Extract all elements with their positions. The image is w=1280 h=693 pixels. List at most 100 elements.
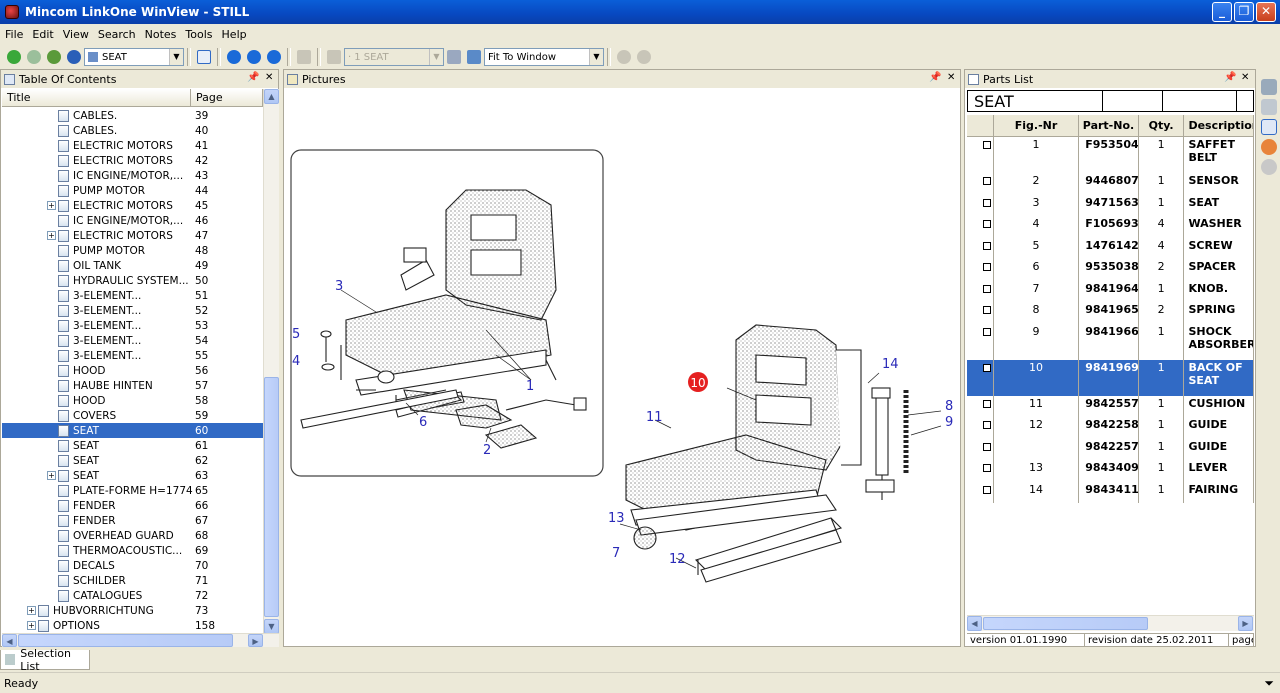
toc-row[interactable]: 3-ELEMENT... 51 <box>2 288 263 303</box>
scroll-thumb[interactable] <box>18 634 233 647</box>
toc-row[interactable]: 3-ELEMENT... 55 <box>2 348 263 363</box>
select-checkbox[interactable] <box>983 141 991 149</box>
parts-row[interactable]: 4F105693794WASHER <box>967 216 1254 238</box>
toc-row[interactable]: IC ENGINE/MOTOR,... 46 <box>2 213 263 228</box>
menu-view[interactable]: View <box>58 26 93 44</box>
cart-list-icon[interactable] <box>1261 99 1277 115</box>
col-qty[interactable]: Qty. <box>1139 115 1185 136</box>
parts-row[interactable]: 1F953504511SAFFET BELT <box>967 137 1254 173</box>
toc-row[interactable]: PUMP MOTOR 44 <box>2 183 263 198</box>
parts-list-toggle-icon[interactable] <box>1261 119 1277 135</box>
toc-row[interactable]: CABLES. 39 <box>2 108 263 123</box>
select-checkbox[interactable] <box>983 442 991 451</box>
col-title[interactable]: Title <box>2 89 191 106</box>
history-icon[interactable] <box>67 50 81 64</box>
parts-row[interactable]: 14 9843411 1 FAIRING <box>967 481 1254 503</box>
expand-icon[interactable]: + <box>27 621 36 630</box>
toc-row[interactable]: HAUBE HINTEN 57 <box>2 378 263 393</box>
toc-row[interactable]: + HUBVORRICHTUNG 73 <box>2 603 263 618</box>
expand-icon[interactable]: + <box>47 471 56 480</box>
select-checkbox[interactable] <box>983 220 991 228</box>
print-icon[interactable] <box>447 50 461 64</box>
toc-row[interactable]: CATALOGUES 72 <box>2 588 263 603</box>
search-toggle-icon[interactable] <box>1261 159 1277 175</box>
toc-horizontal-scrollbar[interactable]: ◀ ▶ <box>2 633 279 647</box>
expand-icon[interactable]: + <box>47 231 56 240</box>
parts-row[interactable]: 12 9842258 1 GUIDE <box>967 417 1254 439</box>
menu-tools[interactable]: Tools <box>180 26 216 44</box>
menu-edit[interactable]: Edit <box>27 26 57 44</box>
toc-row[interactable]: PUMP MOTOR 48 <box>2 243 263 258</box>
toc-row[interactable]: THERMOACOUSTIC... 69 <box>2 543 263 558</box>
pin-icon[interactable]: 📌 <box>247 72 259 83</box>
parts-row[interactable]: 9842257 1 GUIDE <box>967 438 1254 460</box>
menu-search[interactable]: Search <box>93 26 140 44</box>
notes-toggle-icon[interactable] <box>1261 139 1277 155</box>
select-checkbox[interactable] <box>983 284 991 293</box>
scroll-left-icon[interactable]: ◀ <box>967 616 982 631</box>
toc-row[interactable]: PLATE-FORME H=1774 65 <box>2 483 263 498</box>
toc-row[interactable]: HOOD 56 <box>2 363 263 378</box>
close-icon[interactable]: ✕ <box>947 72 955 83</box>
toc-row[interactable]: 3-ELEMENT... 53 <box>2 318 263 333</box>
scroll-thumb[interactable] <box>983 617 1148 630</box>
select-checkbox[interactable] <box>983 399 991 408</box>
toc-row[interactable]: HOOD 58 <box>2 393 263 408</box>
previous-icon[interactable] <box>247 50 261 64</box>
toc-row[interactable]: IC ENGINE/MOTOR,... 43 <box>2 168 263 183</box>
menu-file[interactable]: File <box>0 26 27 44</box>
expand-icon[interactable]: + <box>27 606 36 615</box>
parts-row[interactable]: 7 9841964 1 KNOB. <box>967 280 1254 302</box>
toc-row[interactable]: FENDER 67 <box>2 513 263 528</box>
next-icon[interactable] <box>267 50 281 64</box>
zoom-select[interactable]: Fit To Window ▼ <box>484 48 604 66</box>
cart-add-icon[interactable] <box>617 50 631 64</box>
select-checkbox[interactable] <box>983 241 991 250</box>
parts-row[interactable]: 5147614214SCREW <box>967 237 1254 259</box>
select-checkbox[interactable] <box>983 485 991 494</box>
close-icon[interactable]: ✕ <box>1241 72 1249 83</box>
cart-icon[interactable] <box>1261 79 1277 95</box>
toc-row[interactable]: ELECTRIC MOTORS 41 <box>2 138 263 153</box>
col-description[interactable]: Description <box>1184 115 1254 136</box>
toc-row[interactable]: 3-ELEMENT... 52 <box>2 303 263 318</box>
home-icon[interactable] <box>47 50 61 64</box>
toc-row[interactable]: FENDER 66 <box>2 498 263 513</box>
minimize-button[interactable]: _ <box>1212 2 1232 22</box>
toc-row[interactable]: ELECTRIC MOTORS 42 <box>2 153 263 168</box>
toc-row[interactable]: 3-ELEMENT... 54 <box>2 333 263 348</box>
parts-row[interactable]: 10 9841969 1 BACK OF SEAT <box>967 359 1254 396</box>
notes-icon[interactable] <box>297 50 311 64</box>
col-page[interactable]: Page <box>191 89 263 106</box>
toc-row[interactable]: OVERHEAD GUARD 68 <box>2 528 263 543</box>
back-icon[interactable] <box>7 50 21 64</box>
select-checkbox[interactable] <box>983 421 991 429</box>
maximize-button[interactable]: ❐ <box>1234 2 1254 22</box>
col-part-no[interactable]: Part-No. <box>1079 115 1139 136</box>
select-checkbox[interactable] <box>983 306 991 314</box>
parts-row[interactable]: 8 9841965 2 SPRING <box>967 302 1254 324</box>
select-checkbox[interactable] <box>983 198 991 207</box>
toc-row[interactable]: SEAT 61 <box>2 438 263 453</box>
select-checkbox[interactable] <box>983 464 991 472</box>
page-select[interactable]: · 1 SEAT ▼ <box>344 48 444 66</box>
scroll-left-icon[interactable]: ◀ <box>2 634 17 647</box>
toc-toggle-icon[interactable] <box>197 50 211 64</box>
page-icon[interactable] <box>327 50 341 64</box>
parts-horizontal-scrollbar[interactable]: ◀ ▶ <box>967 615 1254 631</box>
close-icon[interactable]: ✕ <box>265 72 273 83</box>
select-checkbox[interactable] <box>983 177 991 185</box>
parts-row[interactable]: 3 9471563 1 SEAT <box>967 194 1254 216</box>
select-checkbox[interactable] <box>983 263 991 271</box>
parts-row[interactable]: 9 9841966 1 SHOCK ABSORBER <box>967 323 1254 360</box>
zoom-icon[interactable] <box>467 50 481 64</box>
parts-diagram[interactable]: 3 1 5 4 6 2 11 14 8 9 13 7 12 10 <box>286 90 958 646</box>
toc-row[interactable]: CABLES. 40 <box>2 123 263 138</box>
toc-vertical-scrollbar[interactable]: ▲ ▼ <box>263 89 279 634</box>
selection-list-tab[interactable]: Selection List <box>0 647 90 673</box>
parts-row[interactable]: 13 9843409 1 LEVER <box>967 460 1254 482</box>
scroll-up-icon[interactable]: ▲ <box>264 89 279 104</box>
menu-help[interactable]: Help <box>217 26 251 44</box>
pin-icon[interactable]: 📌 <box>1224 72 1236 83</box>
scroll-thumb[interactable] <box>264 377 279 617</box>
